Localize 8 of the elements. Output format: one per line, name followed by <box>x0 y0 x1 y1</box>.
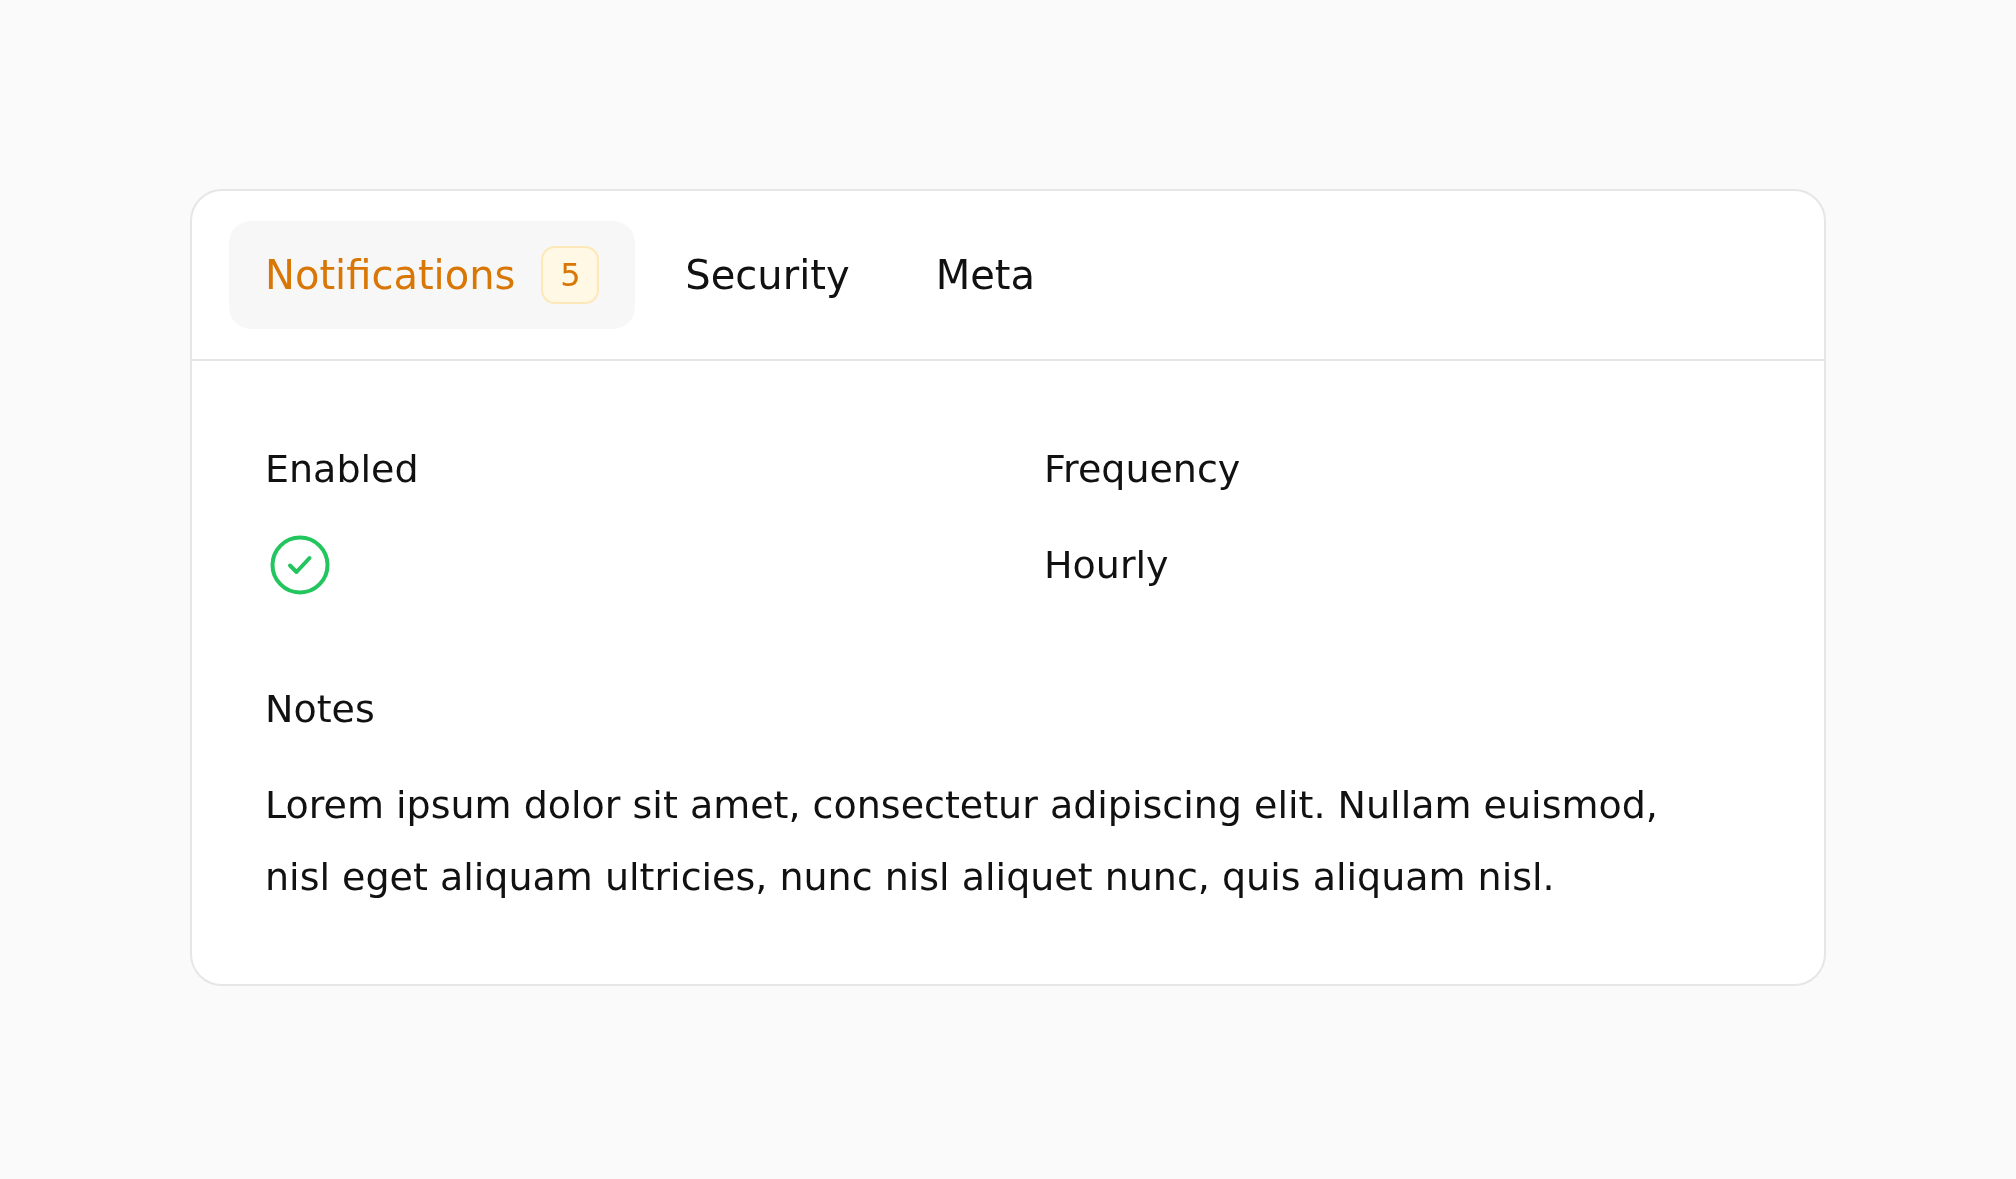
notes-paragraph: Lorem ipsum dolor sit amet, consectetur adipiscing elit. Nullam euismod, nisl eget aliquam ultricies, nunc nisl aliquet nunc, quis aliquam nisl. <box>265 782 1659 901</box>
tab[interactable]: Meta <box>899 221 1071 329</box>
count-badge: 5 <box>541 246 600 304</box>
field-label: Enabled <box>265 446 419 493</box>
field-label: Notes <box>265 686 375 733</box>
field-value: Hourly <box>1044 542 1169 589</box>
field-label: Frequency <box>1044 446 1241 493</box>
tab[interactable]: Security <box>649 221 886 329</box>
